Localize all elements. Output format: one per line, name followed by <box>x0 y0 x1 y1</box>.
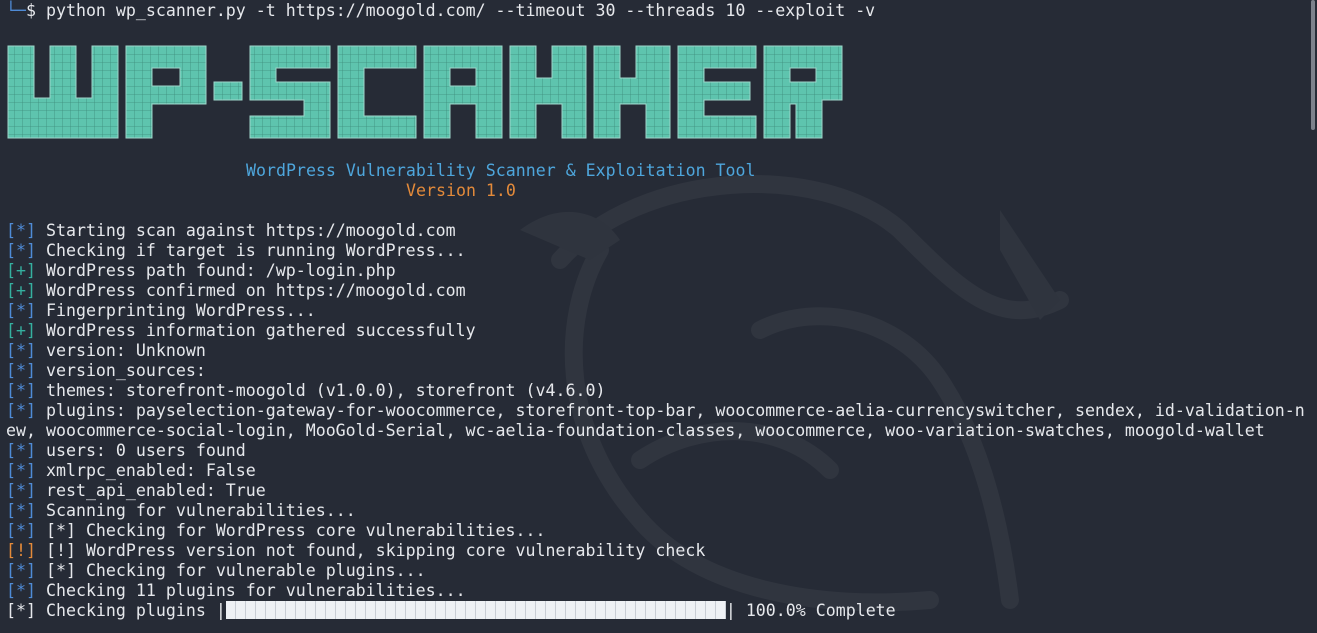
log-tag: [*] <box>6 561 36 580</box>
log-text: WordPress information gathered successfu… <box>45 321 476 340</box>
log-text: [*] Checking for WordPress core vulnerab… <box>45 521 546 540</box>
log-text: rest_api_enabled: True <box>45 481 266 500</box>
log-tag: [+] <box>6 321 36 340</box>
log-text: Fingerprinting WordPress... <box>45 301 316 320</box>
log-tag: [!] <box>6 541 36 560</box>
scrollbar-thumb[interactable] <box>1311 0 1315 130</box>
log-text: users: 0 users found <box>45 441 246 460</box>
log-text: version_sources: <box>45 361 206 380</box>
progress-line: [*] Checking plugins | | 100.0% Complete <box>6 601 896 621</box>
progress-tag: [*] <box>6 601 36 620</box>
tool-subtitle: WordPress Vulnerability Scanner & Exploi… <box>246 161 756 180</box>
prompt-symbol: $ <box>25 1 36 20</box>
log-line: ew, woocommerce-social-login, MooGold-Se… <box>6 421 1265 441</box>
log-tag: [*] <box>6 401 36 420</box>
log-text: version: Unknown <box>45 341 206 360</box>
log-line: [*] Checking 11 plugins for vulnerabilit… <box>6 581 466 601</box>
log-line: [*] [*] Checking for WordPress core vuln… <box>6 521 546 541</box>
log-line: [!] [!] WordPress version not found, ski… <box>6 541 705 561</box>
log-text: themes: storefront-moogold (v1.0.0), sto… <box>45 381 606 400</box>
log-line: [*] users: 0 users found <box>6 441 246 461</box>
log-line: [*] Starting scan against https://moogol… <box>6 221 456 241</box>
log-line: [*] version: Unknown <box>6 341 206 361</box>
progress-end: | <box>725 601 736 620</box>
log-line: [*] Fingerprinting WordPress... <box>6 301 316 321</box>
log-tag: [*] <box>6 441 36 460</box>
log-line: [*] xmlrpc_enabled: False <box>6 461 256 481</box>
log-tag: [*] <box>6 581 36 600</box>
log-line: [*] version_sources: <box>6 361 206 381</box>
log-tag: [*] <box>6 521 36 540</box>
log-tag: [*] <box>6 241 36 260</box>
wp-scanner-ascii-logo <box>7 45 843 139</box>
log-tag: [+] <box>6 281 36 300</box>
log-text: [!] WordPress version not found, skippin… <box>45 541 706 560</box>
log-tag: [*] <box>6 341 36 360</box>
progress-label: Checking plugins | <box>45 601 226 620</box>
log-text: Starting scan against https://moogold.co… <box>45 221 456 240</box>
terminal-output: └─$ python wp_scanner.py -t https://moog… <box>6 0 1306 620</box>
log-line: [+] WordPress confirmed on https://moogo… <box>6 281 466 301</box>
log-text: ew, woocommerce-social-login, MooGold-Se… <box>6 421 1265 440</box>
log-line: [*] rest_api_enabled: True <box>6 481 266 501</box>
log-tag: [*] <box>6 481 36 500</box>
log-tag: [+] <box>6 261 36 280</box>
progress-percent: 100.0% Complete <box>745 601 896 620</box>
log-tag: [*] <box>6 501 36 520</box>
log-text: xmlrpc_enabled: False <box>45 461 256 480</box>
log-tag: [*] <box>6 381 36 400</box>
log-tag: [*] <box>6 221 36 240</box>
log-text: [*] Checking for vulnerable plugins... <box>45 561 426 580</box>
log-line: [*] plugins: payselection-gateway-for-wo… <box>6 401 1305 421</box>
log-text: Scanning for vulnerabilities... <box>45 501 356 520</box>
log-line: [+] WordPress information gathered succe… <box>6 321 476 341</box>
log-tag: [*] <box>6 461 36 480</box>
log-line: [*] Checking if target is running WordPr… <box>6 241 466 261</box>
log-line: [*] [*] Checking for vulnerable plugins.… <box>6 561 426 581</box>
log-line: [*] Scanning for vulnerabilities... <box>6 501 356 521</box>
log-text: WordPress path found: /wp-login.php <box>45 261 396 280</box>
log-text: plugins: payselection-gateway-for-woocom… <box>45 401 1305 420</box>
tool-version: Version 1.0 <box>406 181 516 200</box>
prompt-corner: └─ <box>6 1 26 20</box>
progress-bar <box>225 601 726 619</box>
command-text: python wp_scanner.py -t https://moogold.… <box>45 1 876 20</box>
log-tag: [*] <box>6 361 36 380</box>
log-text: Checking 11 plugins for vulnerabilities.… <box>45 581 466 600</box>
log-text: WordPress confirmed on https://moogold.c… <box>45 281 466 300</box>
log-line: [+] WordPress path found: /wp-login.php <box>6 261 396 281</box>
log-line: [*] themes: storefront-moogold (v1.0.0),… <box>6 381 605 401</box>
log-text: Checking if target is running WordPress.… <box>45 241 466 260</box>
command-prompt-line: └─$ python wp_scanner.py -t https://moog… <box>6 1 875 21</box>
log-tag: [*] <box>6 301 36 320</box>
